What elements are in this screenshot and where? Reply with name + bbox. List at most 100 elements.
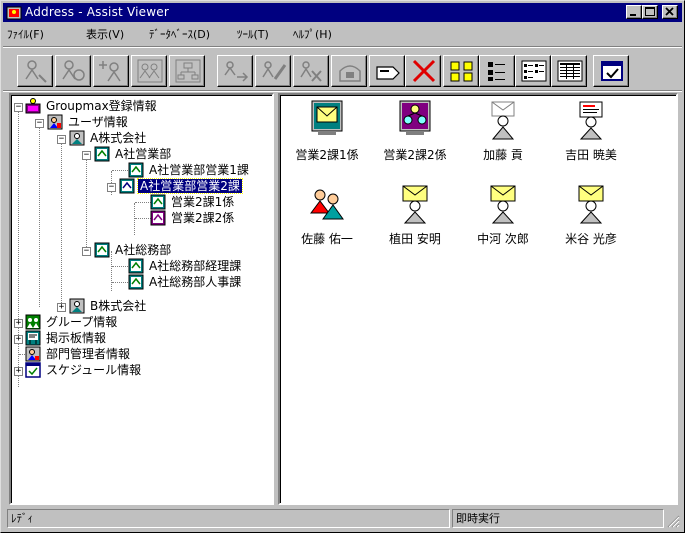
- status-text: ﾚﾃﾞｨ: [7, 509, 450, 528]
- tree-expand-group-info[interactable]: +: [14, 319, 23, 328]
- maximize-button[interactable]: [642, 5, 658, 19]
- tree-connector: [135, 218, 151, 219]
- toolbar-button-list[interactable]: [515, 55, 551, 87]
- toolbar-button-user-search[interactable]: [17, 55, 53, 87]
- tree-connector: [111, 251, 112, 291]
- user-folder-icon: [47, 114, 63, 130]
- toolbar-button-group[interactable]: [131, 55, 167, 87]
- tree-label: A社総務部: [115, 243, 172, 257]
- close-icon: [665, 7, 674, 16]
- list-label: 営業2課1係: [295, 148, 359, 162]
- tree-label: Groupmax登録情報: [46, 99, 157, 113]
- user-mail-icon: [578, 185, 604, 224]
- maximize-icon: [645, 7, 655, 16]
- department-icon: [94, 242, 110, 258]
- user-envelope-icon: [491, 101, 515, 140]
- schedule-icon: [25, 362, 41, 378]
- title-bar[interactable]: Address - Assist Viewer: [3, 3, 682, 22]
- toolbar-separator-bottom: [3, 90, 682, 92]
- toolbar-button-card[interactable]: [369, 55, 405, 87]
- mailbox-icon: [339, 65, 361, 82]
- minimize-button[interactable]: [626, 5, 642, 19]
- menu-file[interactable]: ﾌｧｲﾙ(F): [7, 26, 44, 42]
- tree-connector: [112, 170, 128, 171]
- toolbar-button-details[interactable]: [551, 55, 587, 87]
- toolbar-button-delete-user[interactable]: [293, 55, 329, 87]
- list-label: 吉田 暁美: [565, 148, 617, 162]
- tree-label: B株式会社: [90, 299, 147, 313]
- list-item-sato[interactable]: 佐藤 佑一: [282, 183, 372, 249]
- edit-icon: [262, 61, 287, 80]
- user-search-icon: [25, 60, 47, 83]
- tree-label: 掲示板情報: [46, 331, 107, 345]
- tree-label: A社総務部経理課: [149, 259, 242, 273]
- company-icon: [69, 130, 85, 146]
- group-info-icon: [25, 314, 41, 330]
- tree-collapse-user-info[interactable]: −: [35, 119, 44, 128]
- tree-connector: [135, 202, 151, 203]
- tree-label: 部門管理者情報: [46, 347, 131, 361]
- toolbar: [3, 51, 682, 89]
- toolbar-button-small-icons[interactable]: [479, 55, 515, 87]
- large-icons-view-icon: [450, 61, 473, 82]
- toolbar-button-user-add[interactable]: [55, 55, 91, 87]
- tree-collapse-sales-sec2[interactable]: −: [107, 183, 116, 192]
- users-pair-icon: [310, 189, 344, 220]
- toolbar-button-large-icons[interactable]: [443, 55, 479, 87]
- tree-connector: [61, 139, 62, 307]
- toolbar-button-edit[interactable]: [255, 55, 291, 87]
- close-button[interactable]: [662, 5, 678, 19]
- group-icon: [137, 59, 163, 83]
- tree-label: グループ情報: [46, 315, 118, 329]
- tree-collapse-sales-dept[interactable]: −: [82, 151, 91, 160]
- list-item-sec2-group1[interactable]: 営業2課1係: [282, 99, 372, 165]
- tree-collapse-company-a[interactable]: −: [57, 135, 66, 144]
- toolbar-button-delete[interactable]: [405, 55, 441, 87]
- tree-expand-company-b[interactable]: +: [57, 303, 66, 312]
- tree-label: A社営業部営業1課: [149, 163, 249, 177]
- delete-icon: [412, 59, 436, 83]
- list-view-icon: [521, 60, 547, 82]
- list-label: 佐藤 佑一: [301, 232, 353, 246]
- minimize-icon: [630, 14, 636, 16]
- list-item-kato[interactable]: 加藤 貢: [458, 99, 548, 165]
- tree-label: A株式会社: [90, 131, 147, 145]
- tree-connector: [39, 123, 40, 307]
- group-org-icon: [399, 100, 431, 135]
- tree-connector: [112, 266, 128, 267]
- list-item-yonetani[interactable]: 米谷 光彦: [546, 183, 636, 249]
- toolbar-button-user-new[interactable]: [93, 55, 129, 87]
- list-item-ueda[interactable]: 植田 安明: [370, 183, 460, 249]
- list-item-yoshida[interactable]: 吉田 暁美: [546, 99, 636, 165]
- menu-view[interactable]: 表示(V): [86, 26, 124, 42]
- user-mail-icon: [402, 185, 428, 224]
- list-item-sec2-group2[interactable]: 営業2課2係: [370, 99, 460, 165]
- immediate-execute-icon: [601, 61, 623, 81]
- tree-expand-bbs-info[interactable]: +: [14, 335, 23, 344]
- tree-expand-schedule-info[interactable]: +: [14, 367, 23, 376]
- tree-connector: [134, 203, 135, 235]
- toolbar-button-immediate-execute[interactable]: [593, 55, 629, 87]
- toolbar-button-move[interactable]: [217, 55, 253, 87]
- list-item-nakagawa[interactable]: 中河 次郎: [458, 183, 548, 249]
- tree-collapse-general-dept[interactable]: −: [82, 247, 91, 256]
- bulletin-board-icon: [25, 330, 41, 346]
- menu-database[interactable]: ﾃﾞｰﾀﾍﾞｰｽ(D): [149, 26, 210, 42]
- tree-pane[interactable]: − Groupmax登録情報 − ユーザ情報 − A株式会社 − A社営業部 A…: [9, 93, 274, 505]
- group-item-icon: [150, 194, 166, 210]
- section-icon: [128, 274, 144, 290]
- card-icon: [376, 66, 400, 80]
- window-title: Address - Assist Viewer: [25, 5, 169, 19]
- resize-grip-icon[interactable]: [666, 514, 680, 528]
- group-mail-icon: [311, 100, 343, 135]
- list-pane[interactable]: 営業2課1係 営業2課2係 加藤 貢 吉田 暁美 佐藤 佑一 植田 安明 中河 …: [278, 93, 678, 505]
- toolbar-button-org-chart[interactable]: [169, 55, 205, 87]
- list-label: 米谷 光彦: [565, 232, 617, 246]
- user-card-icon: [579, 101, 603, 140]
- tree-label: A社営業部: [115, 147, 172, 161]
- menu-help[interactable]: ﾍﾙﾌﾟ(H): [293, 26, 332, 42]
- toolbar-button-mailbox[interactable]: [331, 55, 367, 87]
- list-label: 営業2課2係: [383, 148, 447, 162]
- menu-tools[interactable]: ﾂｰﾙ(T): [237, 26, 269, 42]
- tree-collapse-root[interactable]: −: [14, 103, 23, 112]
